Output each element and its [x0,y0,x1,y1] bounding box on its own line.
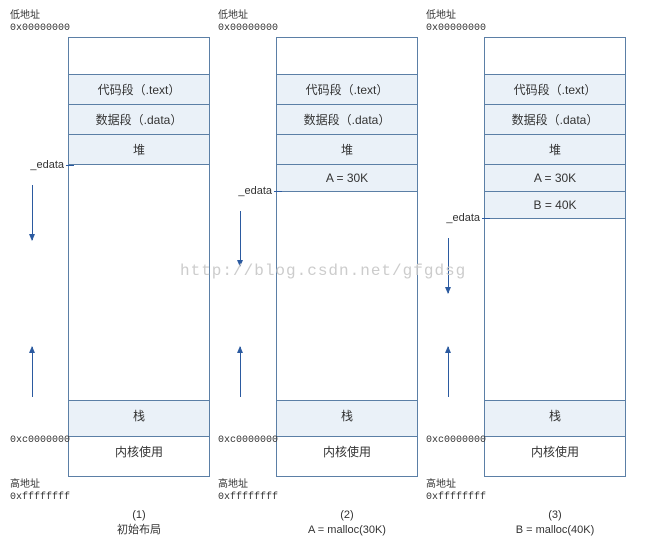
free-gap [485,218,625,400]
free-gap [69,164,209,400]
text-segment: 代码段（.text） [277,74,417,104]
edata-marker: _edata [218,185,272,197]
diagram-panels: 低地址 0x00000000 _edata 0xc0000000 代码段（.te… [10,10,655,537]
stack-grow-arrow [448,347,449,397]
data-segment: 数据段（.data） [277,104,417,134]
heap-grow-arrow [448,238,449,293]
stack-segment: 栈 [485,400,625,436]
high-addr-label: 高地址 0xffffffff [426,479,486,504]
low-addr-label: 低地址 0x00000000 [10,10,70,35]
heap-segment: 堆 [485,134,625,164]
stack-segment: 栈 [69,400,209,436]
edata-marker: _edata [426,212,480,224]
heap-segment: 堆 [69,134,209,164]
kernel-segment: 内核使用 [277,436,417,476]
data-segment: 数据段（.data） [485,104,625,134]
stack-addr-label: 0xc0000000 [426,435,486,446]
high-addr-label: 高地址 0xffffffff [218,479,278,504]
heap-segment: 堆 [277,134,417,164]
heap-grow-arrow [32,185,33,240]
low-addr-label: 低地址 0x00000000 [426,10,486,35]
heap-grow-arrow [240,211,241,266]
high-addr-label: 高地址 0xffffffff [10,479,70,504]
low-addr-label: 低地址 0x00000000 [218,10,278,35]
edata-marker: _edata [10,159,64,171]
panel-1: 低地址 0x00000000 _edata 0xc0000000 代码段（.te… [10,10,210,537]
panel-3: 低地址 0x00000000 _edata 0xc0000000 代码段（.te… [426,10,626,537]
kernel-segment: 内核使用 [485,436,625,476]
memory-column-1: 代码段（.text） 数据段（.data） 堆 栈 内核使用 [68,37,210,477]
kernel-segment: 内核使用 [69,436,209,476]
blank-top [485,38,625,74]
alloc-a-segment: A = 30K [485,164,625,191]
free-gap [277,191,417,400]
memory-column-3: 代码段（.text） 数据段（.data） 堆 A = 30K B = 40K … [484,37,626,477]
blank-top [69,38,209,74]
data-segment: 数据段（.data） [69,104,209,134]
stack-addr-label: 0xc0000000 [218,435,278,446]
stack-grow-arrow [32,347,33,397]
stack-grow-arrow [240,347,241,397]
stack-segment: 栈 [277,400,417,436]
stack-addr-label: 0xc0000000 [10,435,70,446]
text-segment: 代码段（.text） [69,74,209,104]
panel-2: 低地址 0x00000000 _edata 0xc0000000 代码段（.te… [218,10,418,537]
text-segment: 代码段（.text） [485,74,625,104]
blank-top [277,38,417,74]
alloc-a-segment: A = 30K [277,164,417,191]
alloc-b-segment: B = 40K [485,191,625,218]
memory-column-2: 代码段（.text） 数据段（.data） 堆 A = 30K 栈 内核使用 [276,37,418,477]
